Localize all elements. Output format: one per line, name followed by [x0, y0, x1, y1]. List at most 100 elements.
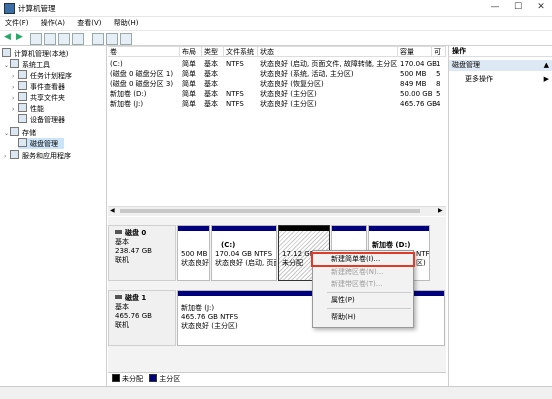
partition-status: 状态良好 [181, 259, 209, 267]
tree-root[interactable]: 计算机管理(本地) [2, 48, 68, 59]
unallocated-bar [279, 226, 329, 231]
folder-icon[interactable] [30, 33, 42, 45]
volume-name: (磁盘 0 磁盘分区 1) [110, 70, 174, 78]
volume-type: 基本 [204, 100, 218, 108]
disk-kind: 基本 [115, 303, 129, 311]
column-layout[interactable]: 布局 [180, 46, 202, 57]
legend-primary: 主分区 [159, 375, 181, 383]
menu-properties[interactable]: 属性(P) [313, 295, 413, 306]
actions-section-label: 磁盘管理 [452, 61, 480, 69]
table-row[interactable]: (磁盘 0 磁盘分区 3) 简单 基本 状态良好 (恢复分区) 849 MB 8 [108, 79, 446, 89]
volume-type: 基本 [204, 60, 218, 68]
actions-pane: 操作 磁盘管理 ▲ 更多操作 ▶ [448, 46, 552, 386]
disk-0-label[interactable]: 磁盘 0 基本 238.47 GB 联机 [108, 225, 176, 281]
volume-status: 状态良好 (系统, 活动, 主分区) [260, 70, 354, 78]
collapse-icon[interactable]: ▲ [544, 60, 549, 71]
minimize-button[interactable]: — [484, 0, 506, 15]
log-icon [18, 81, 27, 90]
help-icon[interactable] [58, 33, 70, 45]
column-capacity[interactable]: 容量 [398, 46, 432, 57]
tree-label: 设备管理器 [30, 116, 65, 124]
volume-capacity: 170.04 GB [400, 60, 437, 68]
volume-layout: 简单 [182, 100, 196, 108]
volume-status: 状态良好 (主分区) [260, 90, 317, 98]
tools-icon [10, 59, 19, 68]
volume-fs: NTFS [226, 60, 244, 68]
legend: 未分配 主分区 [108, 372, 446, 386]
menu-view[interactable]: 查看(V) [72, 16, 106, 30]
volume-capacity: 465.76 GB [400, 100, 437, 108]
chevron-right-icon[interactable]: ▶ [544, 74, 549, 85]
table-row[interactable]: 新加卷 (J:) 简单 基本 NTFS 状态良好 (主分区) 465.76 GB… [108, 99, 446, 109]
scroll-left-icon[interactable]: ◀ [110, 207, 115, 214]
table-row[interactable]: 新加卷 (D:) 简单 基本 NTFS 状态良好 (主分区) 50.00 GB … [108, 89, 446, 99]
close-button[interactable]: ✕ [530, 0, 552, 15]
tree-label: 存储 [22, 129, 36, 137]
navigation-tree: 计算机管理(本地) ⌄ 系统工具 › 任务计划程序 › 事件查看器 › 共享文件夹 › 性… [0, 46, 107, 386]
disk-state: 联机 [115, 321, 129, 329]
menu-separator [327, 292, 411, 293]
tree-label: 性能 [30, 105, 44, 113]
table-row[interactable]: (磁盘 0 磁盘分区 1) 简单 基本 状态良好 (系统, 活动, 主分区) 5… [108, 69, 446, 79]
menu-new-striped-volume[interactable]: 新建带区卷(T)... [313, 279, 413, 290]
maximize-button[interactable]: ☐ [507, 0, 529, 15]
properties-icon[interactable] [44, 33, 56, 45]
menu-action[interactable]: 操作(A) [36, 16, 70, 30]
partition-c[interactable]: (C:) 170.04 GB NTFS 状态良好 (启动, 页面 [211, 225, 277, 281]
disk-1-label[interactable]: 磁盘 1 基本 465.76 GB 联机 [108, 290, 176, 346]
check-icon[interactable] [106, 33, 118, 45]
menu-help[interactable]: 帮助(H) [109, 16, 144, 30]
volume-free: 5 [436, 70, 441, 78]
scroll-thumb[interactable] [120, 209, 420, 213]
column-status[interactable]: 状态 [258, 46, 398, 57]
tree-label: 任务计划程序 [30, 72, 72, 80]
view-icon[interactable] [72, 33, 84, 45]
toolbar: ◀ ▶ [0, 31, 552, 46]
disk-size: 465.76 GB [115, 312, 152, 320]
tree-label: 系统工具 [22, 61, 50, 69]
column-free[interactable]: 可 [432, 46, 446, 57]
grid-icon[interactable] [120, 33, 132, 45]
scroll-right-icon[interactable]: ▶ [438, 207, 443, 214]
disk-name: 磁盘 1 [125, 294, 147, 302]
clock-icon [18, 70, 27, 79]
menu-new-simple-volume[interactable]: 新建简单卷(I)... [311, 252, 415, 267]
back-icon[interactable]: ◀ [4, 32, 11, 42]
gauge-icon [18, 103, 27, 112]
volume-name: 新加卷 (D:) [110, 90, 147, 98]
app-icon [4, 3, 15, 14]
table-row[interactable]: (C:) 简单 基本 NTFS 状态良好 (启动, 页面文件, 故障转储, 主分… [108, 59, 446, 69]
partition-size: 500 MB [181, 250, 208, 258]
volume-capacity: 849 MB [400, 80, 427, 88]
more-actions-label: 更多操作 [465, 75, 493, 83]
column-type[interactable]: 类型 [202, 46, 224, 57]
partition-system[interactable]: 500 MB 状态良好 [177, 225, 210, 281]
primary-bar [332, 226, 366, 231]
device-icon [18, 114, 27, 123]
menu-help-item[interactable]: 帮助(H) [313, 312, 413, 323]
column-volume[interactable]: 卷 [108, 46, 180, 57]
volume-type: 基本 [204, 80, 218, 88]
volume-name: 新加卷 (J:) [110, 100, 144, 108]
menu-file[interactable]: 文件(F) [0, 16, 34, 30]
menu-new-spanned-volume[interactable]: 新建跨区卷(N)... [313, 267, 413, 278]
disk-kind: 基本 [115, 238, 129, 246]
column-filesystem[interactable]: 文件系统 [224, 46, 258, 57]
tree-services[interactable]: › 服务和应用程序 [4, 150, 71, 162]
more-actions[interactable]: 更多操作 ▶ [449, 74, 552, 85]
disk-state: 联机 [115, 256, 129, 264]
tree-device-manager[interactable]: 设备管理器 [18, 114, 65, 125]
connect-icon[interactable] [92, 33, 104, 45]
forward-icon[interactable]: ▶ [16, 32, 23, 42]
storage-icon [10, 127, 19, 136]
tree-disk-management[interactable]: 磁盘管理 [18, 138, 64, 149]
tree-label: 计算机管理(本地) [14, 50, 69, 58]
actions-section-disk-management[interactable]: 磁盘管理 ▲ [449, 60, 552, 71]
actions-header: 操作 [449, 46, 552, 57]
folder-icon [18, 92, 27, 101]
volume-name: (磁盘 0 磁盘分区 3) [110, 80, 174, 88]
window-title: 计算机管理 [18, 4, 56, 13]
volume-capacity: 500 MB [400, 70, 427, 78]
horizontal-scrollbar[interactable]: ◀ ▶ [108, 206, 446, 216]
volume-free: 5 [436, 90, 441, 98]
